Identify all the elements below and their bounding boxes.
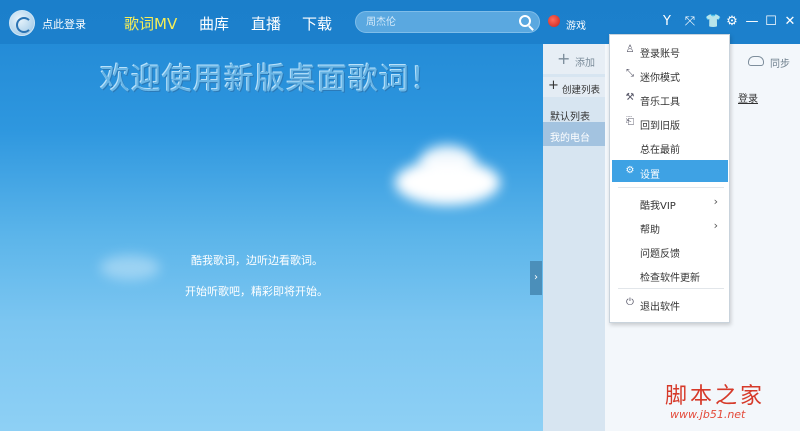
content-login-link[interactable]: 登录: [738, 90, 758, 105]
settings-gear-icon[interactable]: ⚙: [725, 15, 739, 29]
watermark-url: www.jb51.net: [670, 408, 746, 421]
menu-item-label: 帮助: [640, 225, 660, 236]
minimize-icon[interactable]: —: [745, 15, 759, 29]
mini-mode-icon: ⤡: [626, 68, 634, 79]
login-link[interactable]: 点此登录: [42, 16, 86, 32]
old-version-icon: ⎗: [626, 116, 634, 127]
menu-item-exit[interactable]: ⏻ 退出软件: [612, 292, 728, 314]
cloud-sync-icon[interactable]: [748, 56, 764, 66]
tools-icon: ⚒: [625, 92, 635, 103]
playlist-item-default[interactable]: 默认列表: [543, 102, 605, 124]
menu-item-label: 设置: [640, 170, 660, 181]
menu-item-label: 总在最前: [640, 145, 680, 156]
close-icon[interactable]: ✕: [783, 15, 797, 29]
game-icon[interactable]: [548, 15, 560, 27]
nav-download[interactable]: 下载: [302, 13, 332, 34]
nav-lyrics-mv[interactable]: 歌词MV: [124, 13, 177, 34]
menu-item-always-on-top[interactable]: 总在最前: [612, 135, 728, 157]
menu-item-login-account[interactable]: ♙ 登录账号: [612, 39, 728, 61]
playlist-label: 我的电台: [550, 133, 590, 144]
nav-live[interactable]: 直播: [251, 13, 281, 34]
menu-item-help[interactable]: 帮助 ›: [612, 215, 728, 237]
menu-item-label: 音乐工具: [640, 97, 680, 108]
menu-item-label: 迷你模式: [640, 73, 680, 84]
gear-icon: ⚙: [625, 165, 635, 176]
cloud-decoration: [100, 255, 160, 280]
menu-item-label: 退出软件: [640, 302, 680, 313]
add-button[interactable]: + 添加: [543, 44, 605, 74]
lyrics-hint-line2: 开始听歌吧，精彩即将开始。: [185, 285, 328, 298]
panel-toggle-arrow[interactable]: ›: [530, 261, 542, 295]
menu-item-label: 酷我VIP: [640, 201, 676, 212]
cloud-decoration: [420, 145, 475, 180]
skin-tshirt-icon[interactable]: 👕: [705, 15, 721, 29]
maximize-icon[interactable]: ☐: [764, 15, 778, 29]
menu-divider: [618, 187, 724, 188]
menu-item-old-version[interactable]: ⎗ 回到旧版: [612, 111, 728, 133]
chevron-right-icon: ›: [713, 195, 718, 208]
create-playlist-label: 创建列表: [562, 85, 601, 96]
search-icon[interactable]: [519, 15, 531, 27]
menu-item-feedback[interactable]: 问题反馈: [612, 239, 728, 261]
welcome-title: 欢迎使用新版桌面歌词！: [100, 62, 441, 97]
menu-item-vip[interactable]: 酷我VIP ›: [612, 191, 728, 213]
game-link[interactable]: 游戏: [566, 17, 586, 32]
playlist-sidebar: + 添加 + 创建列表 默认列表 我的电台: [543, 44, 605, 431]
chevron-right-icon: ›: [713, 219, 718, 232]
plus-icon: +: [557, 49, 571, 68]
menu-divider: [618, 288, 724, 289]
watermark-text: 脚本之家: [665, 384, 766, 409]
menu-item-label: 回到旧版: [640, 121, 680, 132]
menu-item-mini-mode[interactable]: ⤡ 迷你模式: [612, 63, 728, 85]
playlist-label: 默认列表: [550, 112, 590, 123]
create-playlist-button[interactable]: + 创建列表: [543, 77, 605, 97]
user-icon: ♙: [625, 44, 635, 55]
add-label: 添加: [575, 58, 595, 69]
menu-item-music-tools[interactable]: ⚒ 音乐工具: [612, 87, 728, 109]
menu-item-settings[interactable]: ⚙ 设置: [612, 160, 728, 182]
menu-item-label: 登录账号: [640, 49, 680, 60]
search-input[interactable]: [366, 15, 516, 29]
menu-item-check-update[interactable]: 检查软件更新: [612, 263, 728, 285]
app-window: 点此登录 歌词MV 曲库 直播 下载 游戏 Y ⤧ 👕 ⚙ — ☐ ✕ 欢迎使用…: [0, 0, 800, 431]
nav-library[interactable]: 曲库: [199, 13, 229, 34]
plus-icon: +: [548, 78, 559, 93]
playlist-item-my-radio[interactable]: 我的电台: [543, 122, 605, 146]
sync-button[interactable]: 同步: [770, 55, 790, 70]
power-icon: ⏻: [626, 297, 634, 308]
antenna-icon[interactable]: Y: [660, 15, 674, 29]
search-box: [355, 11, 540, 33]
app-logo[interactable]: [9, 10, 35, 36]
menu-item-label: 问题反馈: [640, 249, 680, 260]
menu-item-label: 检查软件更新: [640, 273, 700, 284]
lyrics-hint-line1: 酷我歌词，边听边看歌词。: [191, 254, 323, 267]
settings-dropdown-menu: ♙ 登录账号 ⤡ 迷你模式 ⚒ 音乐工具 ⎗ 回到旧版 总在最前 ⚙ 设置 酷我…: [609, 34, 730, 323]
fullscreen-icon[interactable]: ⤧: [683, 15, 697, 29]
